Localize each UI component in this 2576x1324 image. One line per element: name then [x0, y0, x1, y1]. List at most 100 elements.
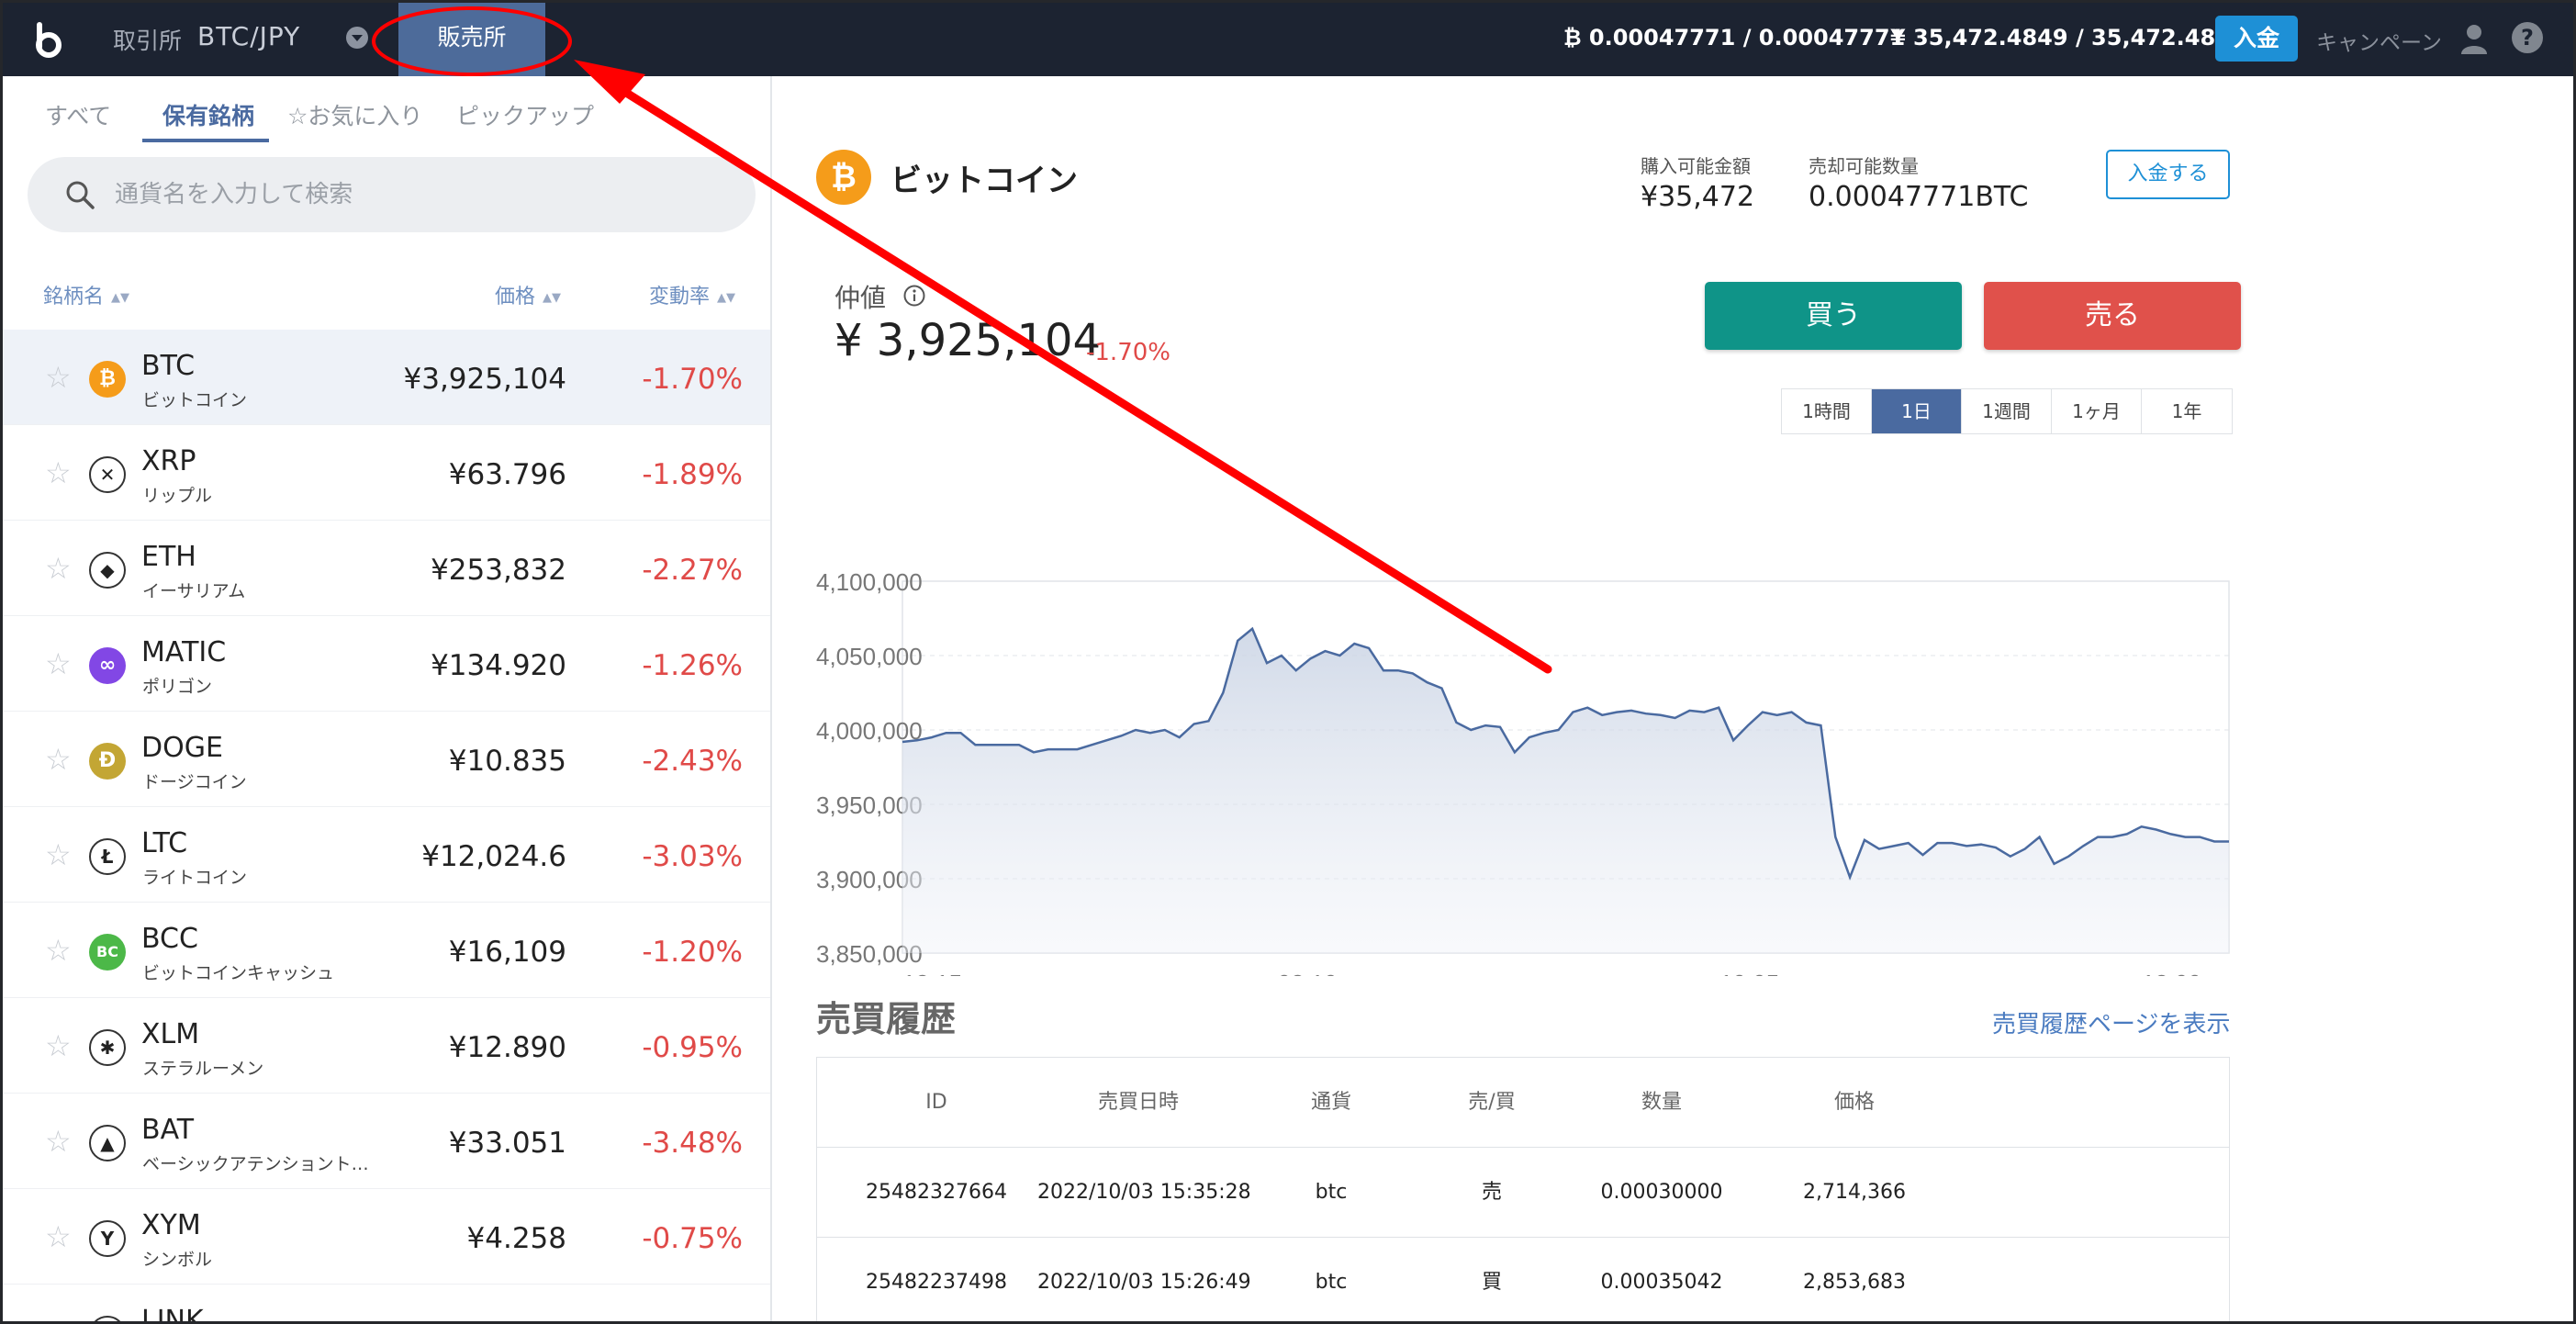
main-panel: ₿ ビットコイン 購入可能金額 ¥35,472 売却可能数量 0.0004777… [774, 76, 2573, 1321]
coin-price: ¥3,925,104 [403, 363, 567, 396]
coin-change: -0.95% [642, 1031, 743, 1064]
coin-row-link[interactable]: ☆ LINK [3, 1285, 770, 1321]
info-icon[interactable] [902, 284, 926, 308]
period-button[interactable]: 1年 [2142, 389, 2232, 433]
table-header-cell: ID [925, 1091, 947, 1114]
price-area [902, 628, 2229, 953]
coin-symbol: XLM [141, 1018, 200, 1050]
favorite-star-icon[interactable]: ☆ [45, 1127, 72, 1156]
table-header-cell: 売買日時 [1097, 1091, 1179, 1114]
x-tick-label: 18:00 [2142, 970, 2201, 976]
table-header-cell: 数量 [1641, 1091, 1682, 1114]
deposit-outline-button[interactable]: 入金する [2106, 150, 2230, 199]
period-button[interactable]: 1時間 [1782, 389, 1872, 433]
table-cell: 2022/10/03 15:26:49 [1037, 1271, 1251, 1294]
coin-price: ¥33.051 [448, 1127, 566, 1160]
coin-change: -1.70% [642, 363, 743, 396]
tab-holdings[interactable]: 保有銘柄 [162, 98, 254, 131]
user-icon[interactable] [2459, 23, 2489, 54]
sell-button[interactable]: 売る [1984, 282, 2241, 350]
pair-selector[interactable]: BTC/JPY [197, 21, 300, 51]
coin-name: ビットコイン [142, 390, 248, 410]
bitbank-logo-icon[interactable] [27, 19, 67, 60]
favorite-star-icon[interactable]: ☆ [45, 745, 72, 774]
bat-icon: ▲ [89, 1125, 126, 1161]
table-cell: 0.00030000 [1600, 1181, 1723, 1204]
col-name-header[interactable]: 銘柄名 ▲▼ [43, 280, 129, 309]
coin-symbol: MATIC [141, 636, 227, 668]
col-price-header[interactable]: 価格 ▲▼ [495, 280, 561, 309]
col-change-header[interactable]: 変動率 ▲▼ [649, 280, 735, 309]
y-tick-label: 4,050,000 [816, 643, 923, 670]
coin-name: イーサリアム [142, 581, 246, 601]
favorite-star-icon[interactable]: ☆ [45, 1222, 72, 1251]
coin-row-xym[interactable]: ☆ Y XYM シンボル ¥4.258 -0.75% [3, 1189, 770, 1285]
favorite-star-icon[interactable]: ☆ [45, 363, 72, 392]
period-button[interactable]: 1週間 [1962, 389, 2052, 433]
coin-list: ☆ ₿ BTC ビットコイン ¥3,925,104 -1.70% ☆ ✕ XRP リップル ¥63.… [3, 330, 770, 1321]
table-cell: 25482327664 [866, 1181, 1007, 1204]
coin-name: ポリゴン [142, 677, 213, 697]
coin-change: -3.03% [642, 840, 743, 873]
search-icon [66, 181, 95, 209]
tab-all[interactable]: すべて [45, 98, 111, 131]
coin-name: シンボル [142, 1250, 213, 1270]
exchange-link[interactable]: 取引所 [113, 23, 182, 56]
table-row[interactable]: 25482327664 2022/10/03 15:35:28 btc 売 0.0003… [817, 1148, 2229, 1238]
coin-row-xlm[interactable]: ☆ ✱ XLM ステラルーメン ¥12.890 -0.95% [3, 998, 770, 1094]
buyable-label: 購入可能金額 [1641, 155, 1751, 177]
tab-favorites[interactable]: ☆お気に入り [287, 98, 422, 131]
coin-name: ドージコイン [142, 772, 247, 792]
history-page-link[interactable]: 売買履歴ページを表示 [1992, 1005, 2230, 1039]
coin-price: ¥12,024.6 [421, 840, 566, 873]
tab-pickup[interactable]: ピックアップ [456, 98, 594, 131]
price-chart: 4,100,0004,050,0004,000,0003,950,0003,90… [816, 568, 2230, 976]
sort-icon: ▲▼ [111, 291, 130, 305]
help-icon[interactable]: ? [2512, 22, 2543, 53]
period-button[interactable]: 1ヶ月 [2052, 389, 2142, 433]
favorite-star-icon[interactable]: ☆ [45, 936, 72, 965]
coin-row-doge[interactable]: ☆ Ð DOGE ドージコイン ¥10.835 -2.43% [3, 712, 770, 807]
table-cell: 売 [1481, 1181, 1502, 1204]
coin-price: ¥253,832 [431, 554, 566, 587]
bitcoin-cash-icon: BC [89, 934, 126, 971]
favorite-star-icon[interactable]: ☆ [45, 554, 72, 583]
coin-row-ltc[interactable]: ☆ Ł LTC ライトコイン ¥12,024.6 -3.03% [3, 807, 770, 903]
chevron-down-icon[interactable] [346, 27, 368, 49]
favorite-star-icon[interactable]: ☆ [45, 840, 72, 870]
table-cell: 2022/10/03 15:35:28 [1037, 1181, 1251, 1204]
col-change-label: 変動率 [649, 286, 711, 309]
col-price-label: 価格 [495, 286, 536, 309]
buy-button[interactable]: 買う [1705, 282, 1962, 350]
favorite-star-icon[interactable]: ☆ [45, 1031, 72, 1060]
table-row[interactable]: 25482237498 2022/10/03 15:26:49 btc 買 0.0003… [817, 1238, 2229, 1321]
coin-row-matic[interactable]: ☆ ∞ MATIC ポリゴン ¥134.920 -1.26% [3, 616, 770, 712]
tab-sales-office[interactable]: 販売所 [398, 3, 545, 76]
coin-change: -1.26% [642, 649, 743, 682]
campaign-link[interactable]: キャンペーン [2316, 25, 2442, 56]
coin-change: -1.89% [642, 458, 743, 491]
coin-symbol: BAT [141, 1114, 195, 1146]
period-button[interactable]: 1日 [1872, 389, 1962, 433]
coin-row-bcc[interactable]: ☆ BC BCC ビットコインキャッシュ ¥16,109 -1.20% [3, 903, 770, 998]
deposit-button[interactable]: 入金 [2215, 16, 2298, 62]
coin-title: ビットコイン [890, 163, 1078, 199]
coin-price: ¥10.835 [448, 745, 566, 778]
coin-price: ¥4.258 [466, 1222, 566, 1255]
bitcoin-icon: ₿ [816, 150, 871, 205]
coin-symbol: LTC [141, 827, 188, 859]
dogecoin-icon: Ð [89, 743, 126, 780]
coin-row-bat[interactable]: ☆ ▲ BAT ベーシックアテンショントークン ¥33.051 -3.48% [3, 1094, 770, 1189]
mid-price-label: 仲値 [834, 283, 887, 313]
x-tick-label: 18:15 [902, 970, 962, 976]
coin-row-eth[interactable]: ☆ ◆ ETH イーサリアム ¥253,832 -2.27% [3, 521, 770, 616]
favorite-star-icon[interactable]: ☆ [45, 649, 72, 679]
search-box[interactable] [28, 157, 756, 232]
x-tick-label: 10:05 [1719, 970, 1779, 976]
coin-row-xrp[interactable]: ☆ ✕ XRP リップル ¥63.796 -1.89% [3, 425, 770, 521]
search-input[interactable] [115, 174, 721, 216]
coin-row-btc[interactable]: ☆ ₿ BTC ビットコイン ¥3,925,104 -1.70% [3, 330, 770, 425]
favorite-star-icon[interactable]: ☆ [45, 458, 72, 488]
favorite-star-icon[interactable]: ☆ [45, 1318, 72, 1321]
table-header-cell: 通貨 [1310, 1091, 1351, 1114]
